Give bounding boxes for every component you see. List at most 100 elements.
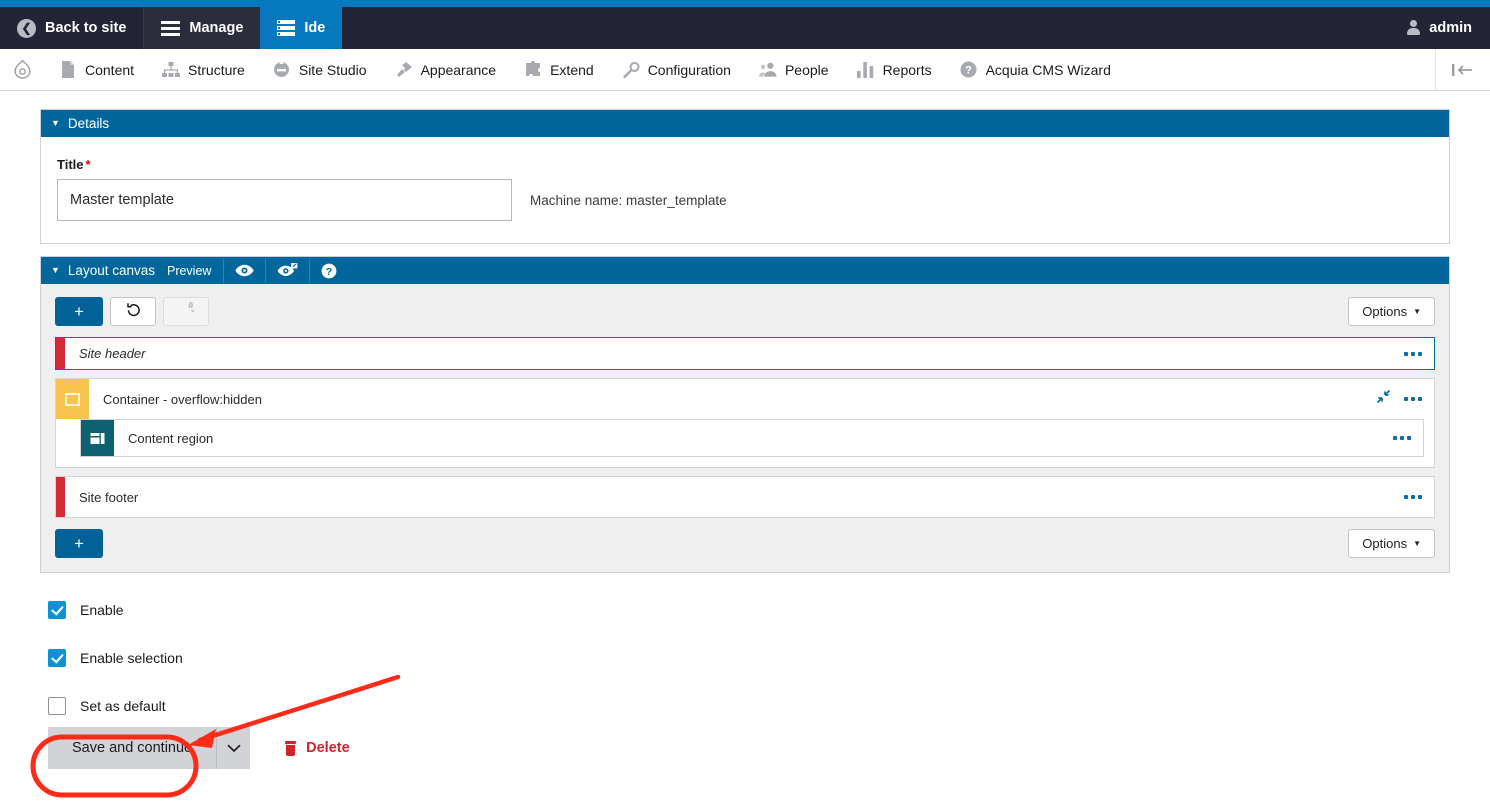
ellipsis-icon[interactable] [1404,397,1422,401]
required-marker: * [85,157,91,172]
bar-chart-icon [857,61,875,79]
layout-row-site-header-label: Site header [79,346,146,361]
menu-item-structure[interactable]: Structure [148,49,259,90]
save-split-button: Save and continue [48,727,251,769]
chevron-left-circle-icon: ❮ [17,18,36,38]
primary-menu-bar: Content Structure Site Studio Appearance… [0,49,1490,91]
details-panel-header[interactable]: ▼ Details [41,110,1449,137]
menu-item-acquia-cms-wizard[interactable]: ? Acquia CMS Wizard [946,49,1125,90]
enable-selection-checkbox-label: Enable selection [80,650,183,666]
back-to-site-button[interactable]: ❮ Back to site [0,7,143,49]
details-panel: ▼ Details Title* Machine name: master_te… [40,109,1450,244]
menu-item-site-studio[interactable]: Site Studio [259,49,381,90]
title-label-text: Title [57,157,84,172]
row-color-marker [56,477,65,517]
enable-selection-checkbox[interactable] [48,649,66,667]
menu-item-content[interactable]: Content [45,49,148,90]
save-options-dropdown-button[interactable] [216,727,251,769]
layout-row-site-footer[interactable]: Site footer [55,476,1435,518]
details-panel-body: Title* Machine name: master_template [41,137,1449,243]
delete-label: Delete [306,740,350,756]
collapse-diagonal-icon[interactable] [1376,389,1391,409]
title-field-label: Title * [57,157,1433,172]
layout-container-overflow-hidden: Container - overflow:hidden Content regi… [55,378,1435,468]
menu-item-reports[interactable]: Reports [843,49,946,90]
add-element-button-top[interactable]: + [55,297,103,326]
options-button-top[interactable]: Options ▼ [1348,297,1435,326]
layout-canvas-title: Layout canvas [67,263,155,278]
undo-button[interactable] [110,297,156,326]
add-element-button-bottom[interactable]: + [55,529,103,558]
menu-item-extend[interactable]: Extend [510,49,608,90]
chevron-down-icon [227,741,241,756]
plus-icon: + [74,534,84,553]
site-studio-icon [273,60,291,79]
title-field-row: Machine name: master_template [57,179,1433,221]
collapse-sidebar-icon[interactable] [1435,49,1490,90]
options-button-bottom[interactable]: Options ▼ [1348,529,1435,558]
eye-icon[interactable] [223,258,265,283]
manage-tab[interactable]: Manage [143,7,261,49]
options-label-bottom: Options [1362,536,1408,551]
menu-item-structure-label: Structure [188,61,245,78]
delete-button[interactable]: Delete [284,740,350,756]
question-circle-icon[interactable]: ? [309,258,348,283]
eye-external-link-icon[interactable] [265,258,309,283]
preview-label: Preview [166,263,212,278]
trash-icon [284,740,297,756]
menu-item-content-label: Content [85,61,135,78]
enable-checkbox[interactable] [48,601,66,619]
chevron-down-icon: ▼ [51,118,60,128]
layout-row-content-region[interactable]: Content region [80,419,1424,457]
user-icon [1405,20,1421,36]
row-color-marker [56,338,65,369]
settings-checkbox-group: Enable Enable selection Set as default [40,585,1450,715]
layout-row-site-footer-actions [1404,477,1434,517]
drupal-drop-icon [13,60,31,79]
layout-row-site-header-actions [1404,338,1434,369]
ide-label: Ide [304,20,326,36]
layout-row-site-header[interactable]: Site header [55,337,1435,370]
enable-checkbox-label: Enable [80,602,124,618]
preview-button[interactable]: Preview [155,259,223,283]
menu-item-configuration-label: Configuration [647,61,731,78]
wrench-icon [622,61,640,79]
undo-arrow-icon [126,302,141,321]
chevron-down-icon: ▼ [51,265,60,275]
menu-item-appearance-label: Appearance [420,61,497,78]
ellipsis-icon[interactable] [1393,436,1411,440]
redo-button[interactable] [163,297,209,326]
user-name-label: admin [1429,20,1472,36]
chevron-down-icon: ▼ [1413,538,1421,548]
menu-item-configuration[interactable]: Configuration [608,49,745,90]
ide-tab[interactable]: Ide [260,7,343,49]
ellipsis-icon[interactable] [1404,495,1422,499]
layout-canvas-header: ▼ Layout canvas Preview ? [41,257,1449,284]
ellipsis-icon[interactable] [1404,351,1422,356]
user-menu[interactable]: admin [1387,7,1490,49]
layout-row-container-label: Container - overflow:hidden [103,391,262,407]
layout-row-container[interactable]: Container - overflow:hidden [56,379,1434,419]
checkbox-row-enable[interactable]: Enable [48,601,1450,619]
menu-item-people[interactable]: People [745,49,843,90]
menu-item-appearance[interactable]: Appearance [381,49,511,90]
admin-toolbar: ❮ Back to site Manage Ide admin [0,7,1490,49]
puzzle-piece-icon [524,61,542,79]
set-as-default-checkbox[interactable] [48,697,66,715]
layout-container-children: Content region [56,419,1434,467]
paintbrush-icon [395,61,413,79]
form-actions: Save and continue Delete [40,715,1450,769]
checkbox-row-set-as-default[interactable]: Set as default [48,697,1450,715]
back-to-site-label: Back to site [45,20,127,36]
drupal-home-button[interactable] [0,49,45,90]
title-input[interactable] [57,179,512,221]
checkbox-row-enable-selection[interactable]: Enable selection [48,649,1450,667]
ide-list-icon [277,20,296,36]
layout-canvas-body: + Options ▼ Site header Container - over… [41,284,1449,572]
sitemap-icon [162,61,181,79]
save-and-continue-button[interactable]: Save and continue [48,727,217,769]
square-outline-icon [56,379,89,419]
menu-item-reports-label: Reports [882,61,932,78]
plus-icon: + [74,302,84,321]
chevron-down-icon: ▼ [1413,306,1421,316]
